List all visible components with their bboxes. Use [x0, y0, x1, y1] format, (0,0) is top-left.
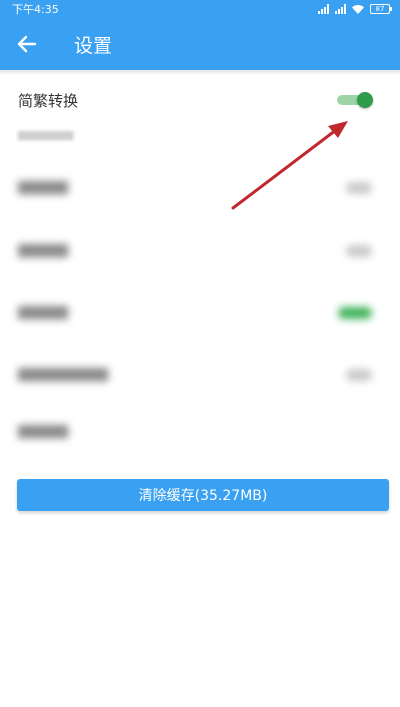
setting-row-label: ▇▇▇▇▇	[18, 305, 68, 320]
status-icons: 87	[318, 4, 392, 14]
setting-row-label: ▇▇▇▇▇▇▇▇▇	[18, 367, 108, 382]
signal-2-icon	[335, 4, 346, 14]
arrow-left-icon[interactable]	[16, 33, 38, 55]
setting-label-simplified-traditional: 简繁转换	[18, 92, 79, 110]
setting-row-label: ▇▇▇▇▇	[18, 424, 68, 439]
toggle-switch[interactable]	[346, 245, 372, 257]
battery-icon: 87	[370, 4, 392, 14]
page-title: 设置	[74, 34, 113, 57]
setting-row-blurred-5[interactable]: ▇▇▇▇▇	[0, 412, 400, 452]
wifi-icon	[352, 4, 364, 14]
toggle-switch[interactable]	[346, 369, 372, 381]
status-time: 下午4:35	[12, 3, 59, 16]
clear-cache-button[interactable]: 清除缓存(35.27MB)	[17, 479, 389, 511]
setting-hint: ▇▇▇▇▇▇▇▇	[18, 131, 74, 141]
signal-icon	[318, 4, 329, 14]
setting-row-blurred-3[interactable]: ▇▇▇▇▇	[0, 293, 400, 333]
app-bar: 设置	[0, 18, 400, 70]
setting-row-label: ▇▇▇▇▇	[18, 180, 68, 195]
setting-row-blurred-1[interactable]: ▇▇▇▇▇	[0, 168, 400, 208]
toggle-knob	[357, 92, 373, 108]
app-bar-shadow	[0, 70, 400, 75]
setting-row-blurred-4[interactable]: ▇▇▇▇▇▇▇▇▇	[0, 355, 400, 395]
setting-row-label: ▇▇▇▇▇	[18, 243, 68, 258]
toggle-switch[interactable]	[346, 182, 372, 194]
setting-row-blurred-2[interactable]: ▇▇▇▇▇	[0, 231, 400, 271]
status-bar: 下午4:35 87	[0, 0, 400, 18]
simplified-traditional-toggle[interactable]	[337, 92, 373, 108]
toggle-switch-on[interactable]	[338, 307, 372, 319]
